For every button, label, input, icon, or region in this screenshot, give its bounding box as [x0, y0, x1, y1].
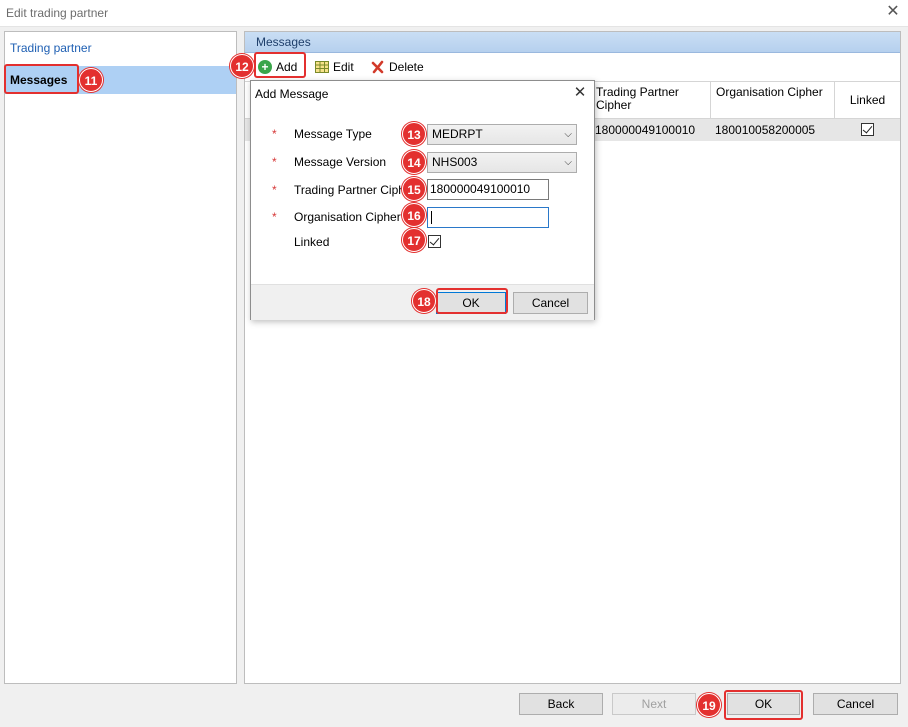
callout-badge: 18 — [412, 289, 436, 313]
required-marker: * — [272, 127, 277, 141]
highlight-messages — [4, 64, 79, 94]
sidebar-item-trading-partner[interactable]: Trading partner — [5, 34, 236, 62]
callout-badge: 17 — [402, 228, 426, 252]
organisation-cipher-input[interactable] — [427, 207, 549, 228]
sidebar: Trading partner Messages — [4, 31, 237, 684]
callout-badge: 13 — [402, 122, 426, 146]
cancel-button[interactable]: Cancel — [813, 693, 898, 715]
cell-organisation-cipher: 180010058200005 — [715, 123, 816, 137]
chevron-down-icon: ⌵ — [564, 129, 572, 140]
message-type-select[interactable]: MEDRPT ⌵ — [427, 124, 577, 145]
delete-button[interactable]: Delete — [371, 57, 424, 77]
callout-badge: 19 — [697, 693, 721, 717]
callout-badge: 12 — [230, 54, 254, 78]
callout-badge: 15 — [402, 177, 426, 201]
add-message-dialog: Add Message ✕ * Message Type MEDRPT ⌵ * … — [250, 80, 595, 320]
chevron-down-icon: ⌵ — [564, 157, 572, 168]
cell-linked — [834, 119, 900, 141]
edit-label: Edit — [333, 60, 354, 74]
highlight-add — [254, 52, 306, 78]
delete-label: Delete — [389, 60, 424, 74]
highlight-dialog-ok — [436, 288, 508, 314]
next-button[interactable]: Next — [612, 693, 696, 715]
edit-button[interactable]: Edit — [315, 57, 354, 77]
message-version-select[interactable]: NHS003 ⌵ — [427, 152, 577, 173]
dialog-title: Add Message — [255, 87, 329, 101]
panel-header: Messages — [245, 32, 900, 53]
delete-x-icon — [371, 60, 385, 74]
required-marker: * — [272, 183, 277, 197]
back-button[interactable]: Back — [519, 693, 603, 715]
callout-badge: 16 — [402, 203, 426, 227]
linked-checkbox[interactable] — [860, 123, 874, 136]
trading-partner-cipher-input[interactable]: 180000049100010 — [427, 179, 549, 200]
window-title: Edit trading partner — [6, 6, 109, 20]
required-marker: * — [272, 210, 277, 224]
text-caret — [431, 211, 432, 224]
highlight-ok — [724, 690, 803, 720]
callout-badge: 11 — [79, 68, 103, 92]
dialog-cancel-button[interactable]: Cancel — [513, 292, 588, 314]
message-type-value: MEDRPT — [432, 127, 483, 141]
message-version-value: NHS003 — [432, 155, 478, 169]
window-close-icon[interactable]: ✕ — [884, 2, 902, 22]
column-header-linked[interactable]: Linked — [834, 82, 900, 119]
required-marker: * — [272, 155, 277, 169]
cell-trading-partner-cipher: 180000049100010 — [595, 123, 696, 137]
column-header-trading-partner-cipher[interactable]: Trading Partner Cipher — [590, 82, 710, 119]
dialog-close-icon[interactable]: ✕ — [571, 83, 589, 103]
linked-checkbox[interactable] — [428, 235, 441, 248]
grid-edit-icon — [315, 60, 329, 74]
column-header-organisation-cipher[interactable]: Organisation Cipher — [710, 82, 834, 119]
toolbar: + Add Edit Delete — [245, 54, 900, 80]
callout-badge: 14 — [402, 150, 426, 174]
